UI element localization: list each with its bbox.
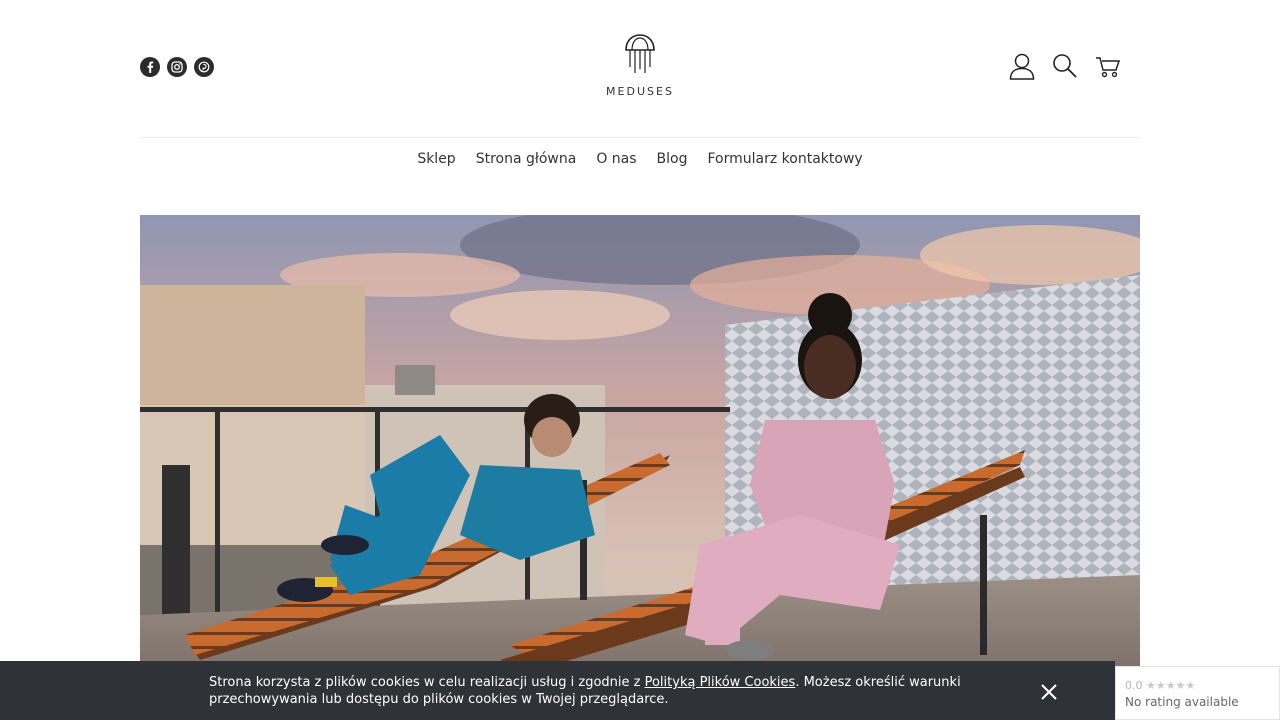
search-icon[interactable] [1052,53,1078,79]
jellyfish-logo-icon [625,34,655,73]
cookie-policy-link[interactable]: Polityką Plików Cookies [645,675,796,690]
logo-text: MEDUSES [606,85,674,98]
nav-item-formularz-kontaktowy[interactable]: Formularz kontaktowy [708,151,863,167]
cart-icon[interactable] [1095,54,1121,78]
rating-label: No rating available [1125,695,1239,709]
user-icon[interactable] [1009,52,1035,80]
rating-badge[interactable]: 0.0 ★★★★★ No rating available [1115,666,1280,720]
close-icon[interactable] [1040,683,1058,701]
header-tools [1009,52,1121,80]
nav-item-blog[interactable]: Blog [657,151,688,167]
instagram-icon[interactable] [167,57,187,77]
rating-stars: 0.0 ★★★★★ [1125,679,1195,692]
site-header: MEDUSES [140,0,1140,138]
rating-score: 0.0 [1125,679,1143,692]
cookie-banner: Strona korzysta z plików cookies w celu … [0,661,1115,720]
cookie-text: Strona korzysta z plików cookies w celu … [209,674,1029,708]
cookie-text-before: Strona korzysta z plików cookies w celu … [209,675,645,690]
nav-item-sklep[interactable]: Sklep [417,151,455,167]
hero-banner[interactable] [140,215,1140,720]
hero-image [140,215,1140,720]
main-nav: Sklep Strona główna O nas Blog Formularz… [0,151,1280,167]
nav-item-strona-glowna[interactable]: Strona główna [476,151,577,167]
pinterest-icon[interactable] [194,57,214,77]
site-logo[interactable]: MEDUSES [605,33,675,98]
social-links [140,57,214,77]
nav-item-o-nas[interactable]: O nas [596,151,636,167]
star-icon: ★★★★★ [1146,679,1196,692]
facebook-icon[interactable] [140,57,160,77]
